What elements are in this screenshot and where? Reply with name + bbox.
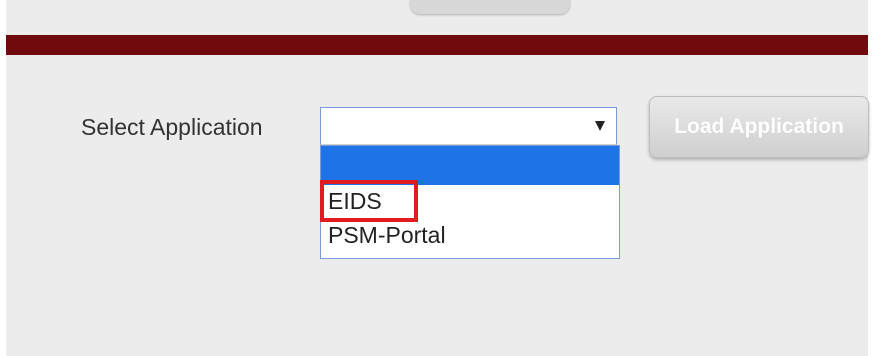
option-eids[interactable]: EIDS: [321, 186, 619, 220]
top-tab-control[interactable]: [410, 0, 570, 14]
application-options-list[interactable]: EIDS PSM-Portal: [320, 145, 620, 259]
option-blank[interactable]: [321, 146, 619, 185]
option-psm-portal[interactable]: PSM-Portal: [321, 220, 619, 258]
app-window: Select Application EIDS PSM-Portal Load …: [0, 0, 882, 356]
load-application-button[interactable]: Load Application: [649, 96, 869, 158]
header-banner: [6, 35, 868, 55]
application-select[interactable]: [320, 107, 617, 145]
select-application-label: Select Application: [81, 114, 263, 140]
dropdown-arrow-icon[interactable]: [595, 121, 605, 131]
